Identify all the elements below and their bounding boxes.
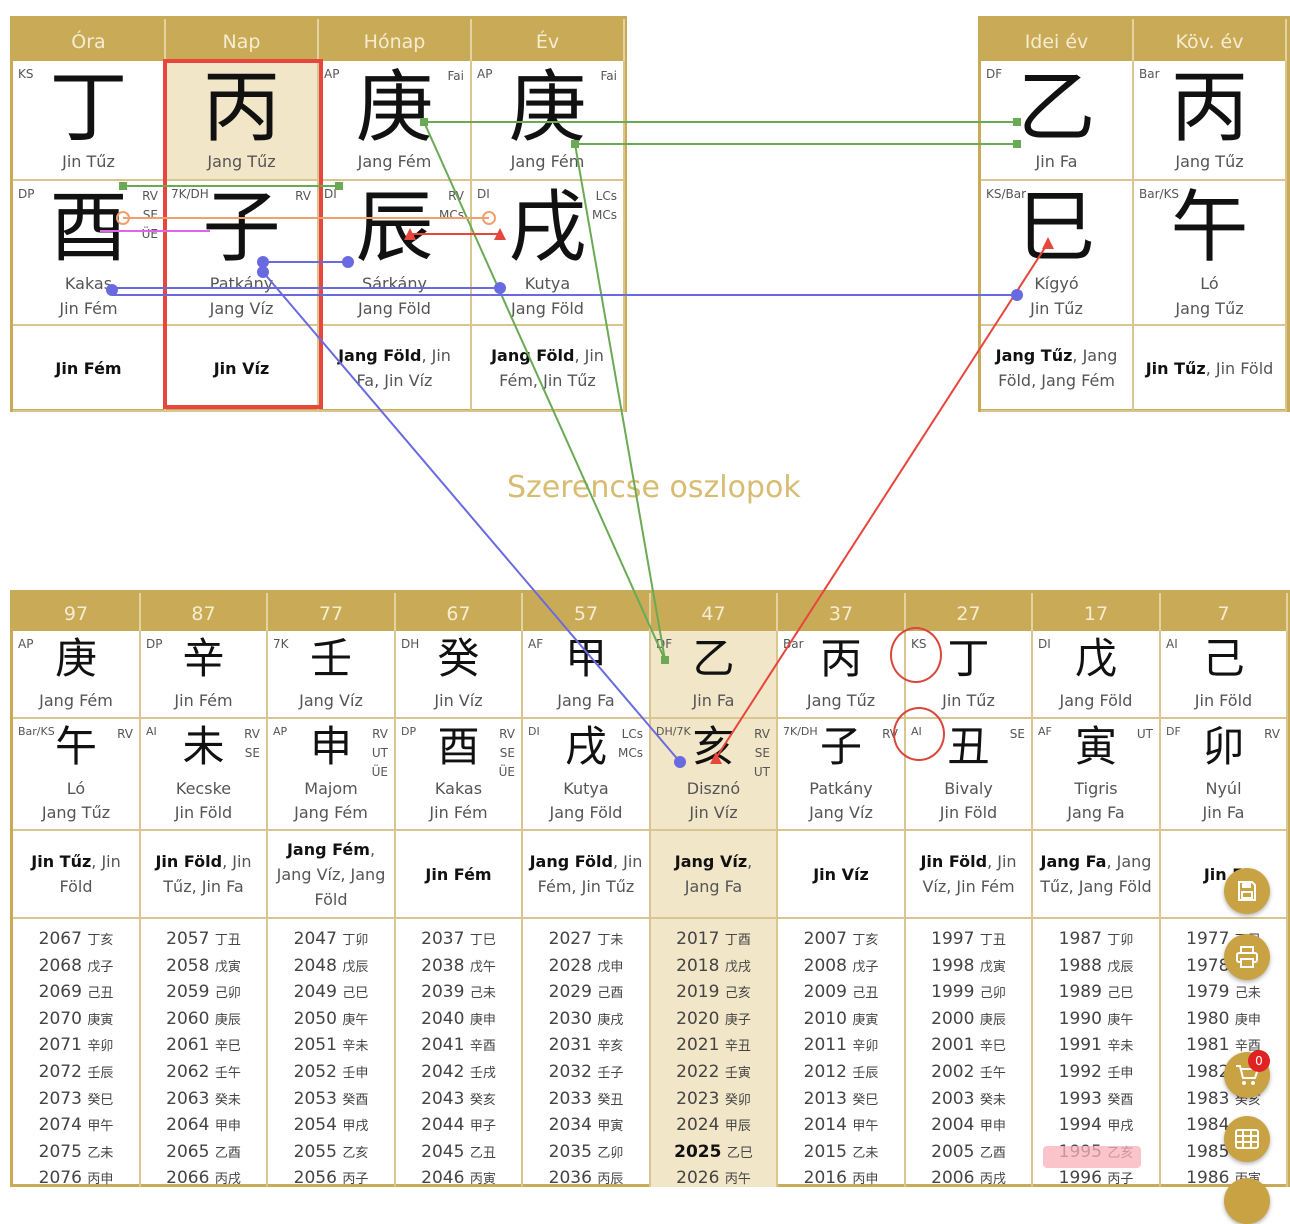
line-blue-diag — [262, 271, 681, 763]
extra-button[interactable] — [1224, 1178, 1270, 1224]
grid-button[interactable] — [1224, 1116, 1270, 1162]
relation-lines — [100, 118, 1054, 768]
print-button[interactable] — [1224, 934, 1270, 980]
print-icon — [1236, 946, 1258, 968]
save-icon — [1238, 881, 1256, 901]
save-button[interactable] — [1224, 868, 1270, 914]
line-green-diag1 — [423, 121, 666, 661]
line-red-diag — [715, 242, 1049, 759]
cart-count-badge: 0 — [1248, 1050, 1270, 1072]
line-green-diag2 — [574, 143, 666, 661]
grid-icon — [1235, 1129, 1259, 1149]
